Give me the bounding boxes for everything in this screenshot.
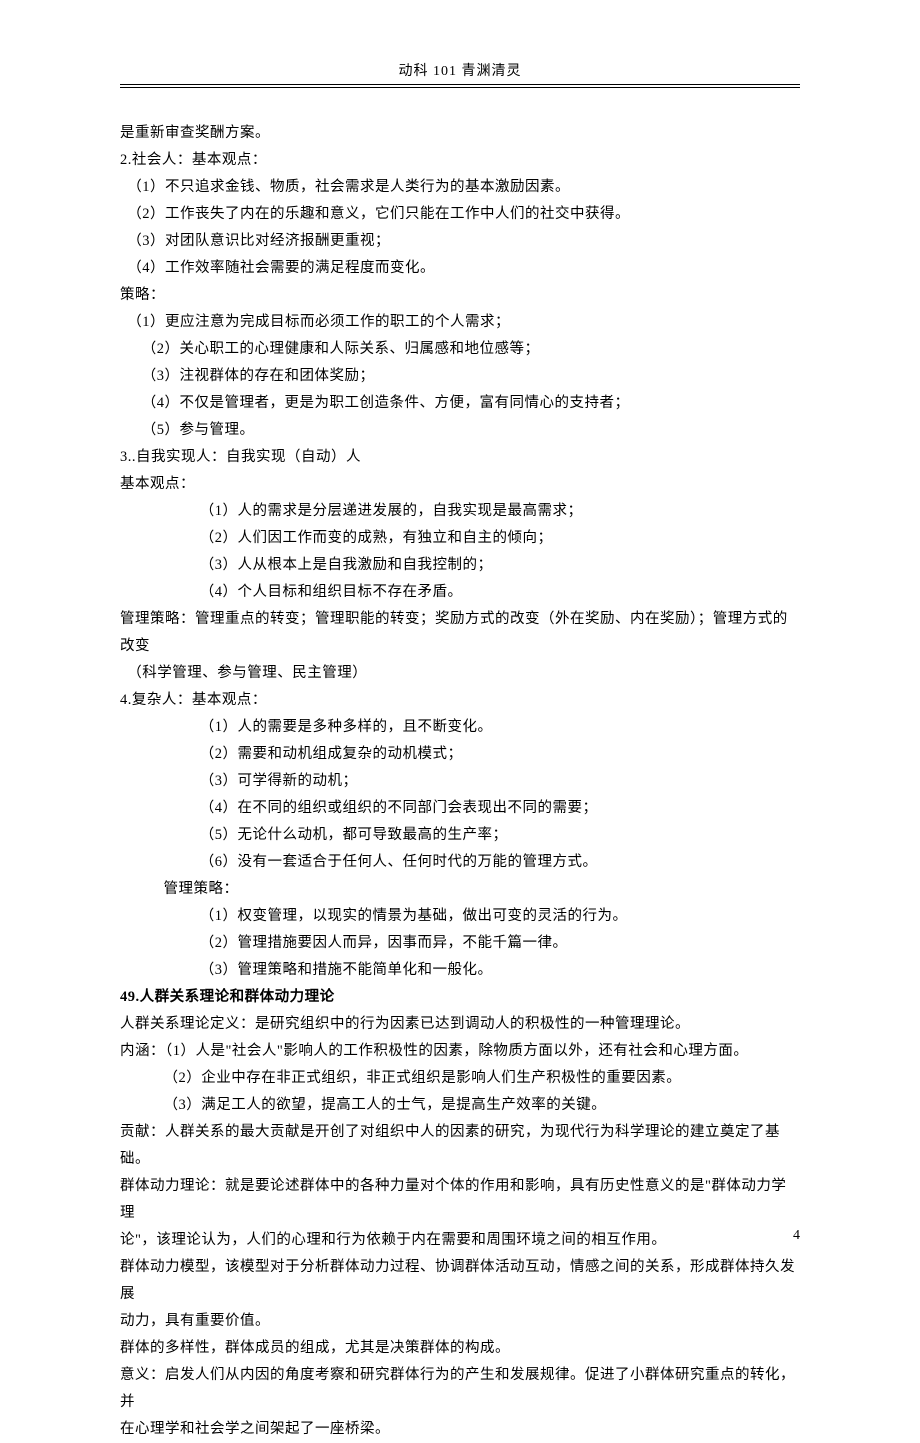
text-line: （1）权变管理，以现实的情景为基础，做出可变的灵活的行为。 [120,903,800,930]
text-line: 动力，具有重要价值。 [120,1308,800,1335]
text-line: （2）工作丧失了内在的乐趣和意义，它们只能在工作中人们的社交中获得。 [120,201,800,228]
text-line: （3）可学得新的动机； [120,768,800,795]
document-body: 是重新审查奖酬方案。2.社会人：基本观点：（1）不只追求金钱、物质，社会需求是人… [120,120,800,1443]
text-line: 是重新审查奖酬方案。 [120,120,800,147]
text-line: （1）不只追求金钱、物质，社会需求是人类行为的基本激励因素。 [120,174,800,201]
text-line: （2）管理措施要因人而异，因事而异，不能千篇一律。 [120,930,800,957]
text-line: （4）个人目标和组织目标不存在矛盾。 [120,579,800,606]
text-line: （3）人从根本上是自我激励和自我控制的； [120,552,800,579]
page-number: 4 [793,1228,800,1244]
text-line: 意义：启发人们从内因的角度考察和研究群体行为的产生和发展规律。促进了小群体研究重… [120,1362,800,1416]
header-rule [120,87,800,88]
text-line: 群体的多样性，群体成员的组成，尤其是决策群体的构成。 [120,1335,800,1362]
text-line: 4.复杂人：基本观点： [120,687,800,714]
text-line: （2）企业中存在非正式组织，非正式组织是影响人们生产积极性的重要因素。 [120,1065,800,1092]
document-page: 动科 101 青渊清灵 是重新审查奖酬方案。2.社会人：基本观点：（1）不只追求… [0,0,920,1302]
text-line: （1）人的需要是多种多样的，且不断变化。 [120,714,800,741]
text-line: （4）不仅是管理者，更是为职工创造条件、方便，富有同情心的支持者； [120,390,800,417]
text-line: 策略： [120,282,800,309]
text-line: 管理策略： [120,876,800,903]
text-line: 群体动力理论：就是要论述群体中的各种力量对个体的作用和影响，具有历史性意义的是"… [120,1173,800,1227]
text-line: （1）更应注意为完成目标而必须工作的职工的个人需求； [120,309,800,336]
text-line: （5）无论什么动机，都可导致最高的生产率； [120,822,800,849]
text-line: 论"，该理论认为，人们的心理和行为依赖于内在需要和周围环境之间的相互作用。 [120,1227,800,1254]
text-line: （1）人的需求是分层递进发展的，自我实现是最高需求； [120,498,800,525]
text-line: 基本观点： [120,471,800,498]
text-line: 管理策略：管理重点的转变；管理职能的转变；奖励方式的改变（外在奖励、内在奖励）；… [120,606,800,660]
text-line: （科学管理、参与管理、民主管理） [120,660,800,687]
text-line: （5）参与管理。 [120,417,800,444]
text-line: 在心理学和社会学之间架起了一座桥梁。 [120,1416,800,1443]
text-line: 2.社会人：基本观点： [120,147,800,174]
text-line: （2）需要和动机组成复杂的动机模式； [120,741,800,768]
text-line: （2）关心职工的心理健康和人际关系、归属感和地位感等； [120,336,800,363]
text-line: （3）管理策略和措施不能简单化和一般化。 [120,957,800,984]
text-line: （3）对团队意识比对经济报酬更重视； [120,228,800,255]
text-line: 3..自我实现人：自我实现（自动）人 [120,444,800,471]
text-line: 49.人群关系理论和群体动力理论 [120,984,800,1011]
text-line: （4）工作效率随社会需要的满足程度而变化。 [120,255,800,282]
text-line: （2）人们因工作而变的成熟，有独立和自主的倾向； [120,525,800,552]
text-line: 贡献：人群关系的最大贡献是开创了对组织中人的因素的研究，为现代行为科学理论的建立… [120,1119,800,1173]
text-line: 内涵：（1）人是"社会人"影响人的工作积极性的因素，除物质方面以外，还有社会和心… [120,1038,800,1065]
text-line: （6）没有一套适合于任何人、任何时代的万能的管理方式。 [120,849,800,876]
page-header: 动科 101 青渊清灵 [120,60,800,85]
text-line: （3）注视群体的存在和团体奖励； [120,363,800,390]
text-line: （3）满足工人的欲望，提高工人的士气，是提高生产效率的关键。 [120,1092,800,1119]
text-line: 群体动力模型，该模型对于分析群体动力过程、协调群体活动互动，情感之间的关系，形成… [120,1254,800,1308]
text-line: 人群关系理论定义：是研究组织中的行为因素已达到调动人的积极性的一种管理理论。 [120,1011,800,1038]
text-line: （4）在不同的组织或组织的不同部门会表现出不同的需要； [120,795,800,822]
header-text: 动科 101 青渊清灵 [399,60,522,80]
